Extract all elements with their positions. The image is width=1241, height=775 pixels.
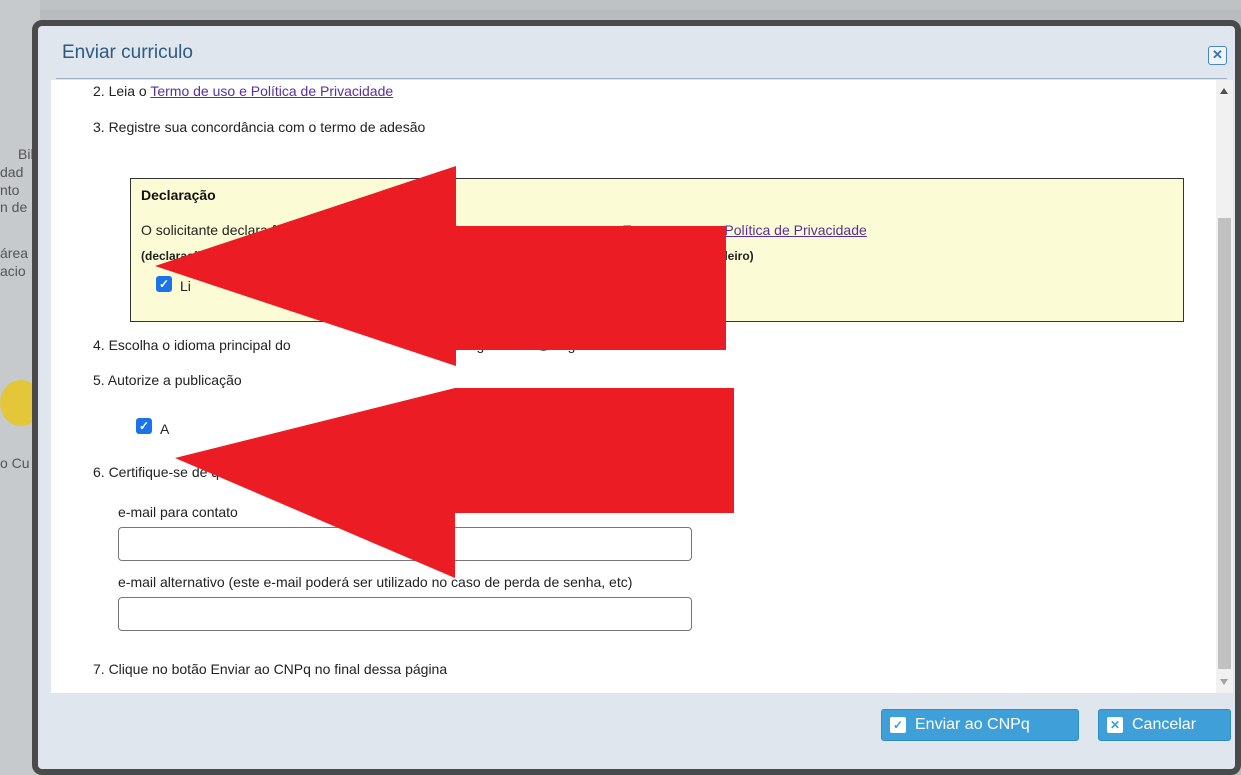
background-page-top <box>0 0 1241 10</box>
annotation-arrow-left <box>155 166 726 366</box>
check-icon: ✓ <box>890 717 906 733</box>
step-7: 7. Clique no botão Enviar ao CNPq no fin… <box>93 661 448 677</box>
publication-checkbox-label: A <box>160 421 170 437</box>
title-divider <box>56 78 1227 79</box>
arrow-shape <box>175 388 734 578</box>
dialog-titlebar[interactable]: Enviar curriculo ✕ <box>38 26 1235 78</box>
cancel-button[interactable]: ✕ Cancelar <box>1098 709 1231 741</box>
background-text: acio <box>0 263 26 279</box>
background-text: n de <box>0 199 28 215</box>
publication-checkbox[interactable]: ✓ <box>136 418 152 434</box>
step-2-text: 2. Leia o <box>93 83 151 99</box>
scroll-up-icon[interactable] <box>1220 88 1228 94</box>
close-icon[interactable]: ✕ <box>1208 46 1227 65</box>
dialog-content: 2. Leia o Termo de uso e Política de Pri… <box>51 80 1216 693</box>
scroll-thumb[interactable] <box>1218 218 1231 669</box>
step-5: 5. Autorize a publicação <box>93 372 242 388</box>
submit-cnpq-button[interactable]: ✓ Enviar ao CNPq <box>881 709 1079 741</box>
scroll-down-icon[interactable] <box>1220 679 1228 685</box>
background-text: nto <box>0 182 20 198</box>
step-2: 2. Leia o Termo de uso e Política de Pri… <box>93 83 393 99</box>
background-text: área <box>0 245 29 261</box>
background-text: o Cu <box>0 455 30 471</box>
close-icon: ✕ <box>1107 717 1123 733</box>
background-text: dad <box>0 164 24 180</box>
step-3: 3. Registre sua concordância com o termo… <box>93 119 426 135</box>
arrow-shape <box>155 166 726 366</box>
terms-link[interactable]: Termo de uso e Política de Privacidade <box>150 83 393 99</box>
content-scrollbar[interactable] <box>1216 80 1233 693</box>
alt-email-field[interactable] <box>118 597 692 631</box>
cancel-label: Cancelar <box>1132 716 1197 733</box>
submit-cnpq-label: Enviar ao CNPq <box>915 716 1030 733</box>
send-curriculum-dialog: Enviar curriculo ✕ 2. Leia o Termo de us… <box>32 20 1241 775</box>
annotation-arrow-left <box>175 388 734 578</box>
dialog-title: Enviar curriculo <box>62 42 193 63</box>
